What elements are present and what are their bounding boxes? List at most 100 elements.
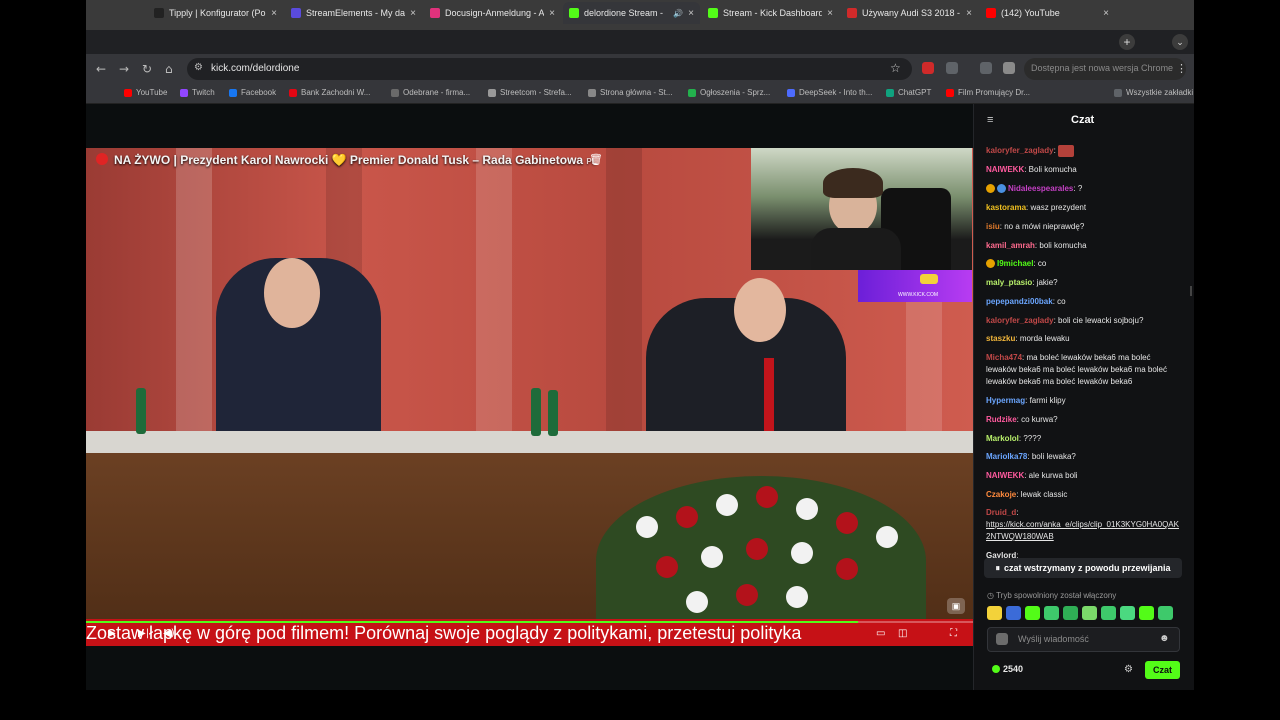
chat-link[interactable]: https://kick.com/anka_e/clips/clip_01K3K… [986, 520, 1179, 541]
chat-username[interactable]: Micha474 [986, 353, 1022, 362]
chat-username[interactable]: Czakoje [986, 490, 1016, 499]
bookmark-label: Bank Zachodni W... [301, 88, 371, 97]
chat-scrollbar[interactable] [1190, 286, 1192, 296]
tab-close-icon[interactable]: × [410, 8, 416, 19]
emote-icon[interactable] [1120, 606, 1135, 620]
chat-username[interactable]: NAIWEKK [986, 471, 1024, 480]
chat-username[interactable]: Markolol [986, 434, 1019, 443]
bookmark-item[interactable]: Film Promujący Dr... [946, 88, 1030, 97]
extension-icon[interactable] [1003, 62, 1015, 74]
browser-tab[interactable]: Tipply | Konfigurator (Po × [148, 2, 283, 24]
bookmark-item[interactable]: Ogłoszenia - Sprz... [688, 88, 770, 97]
flag-fold [606, 148, 642, 478]
chat-username[interactable]: pepepandzi00bak [986, 297, 1053, 306]
emoji-picker-icon[interactable]: ☻ [1159, 633, 1170, 644]
chat-username[interactable]: kastorama [986, 203, 1026, 212]
chat-separator: : [1016, 508, 1019, 517]
emote-icon[interactable] [1063, 606, 1078, 620]
send-chat-button[interactable]: Czat [1145, 661, 1180, 679]
extension-icon[interactable] [946, 62, 958, 74]
browser-tab[interactable]: Używany Audi S3 2018 - × [841, 2, 978, 24]
next-icon[interactable]: ▶| [138, 628, 149, 639]
cast-icon[interactable]: ▭ [876, 628, 885, 639]
tab-audio-icon[interactable]: 🔊 [673, 9, 683, 18]
emote-icon[interactable] [1006, 606, 1021, 620]
chat-username[interactable]: Gaylord [986, 551, 1016, 558]
chat-username[interactable]: staszku [986, 334, 1015, 343]
video-quality-icon[interactable]: ▣ [947, 598, 965, 614]
browser-tab[interactable]: Docusign-Anmeldung - A × [424, 2, 561, 24]
collapse-chat-icon[interactable]: ≡ [987, 114, 993, 126]
emote-icon[interactable] [1044, 606, 1059, 620]
extension-icon[interactable] [980, 62, 992, 74]
site-info-icon[interactable]: ⚙ [194, 62, 203, 73]
chat-message-input[interactable] [1018, 634, 1158, 644]
update-notice[interactable]: Dostępna jest nowa wersja Chrome [1031, 63, 1173, 73]
tab-close-icon[interactable]: × [827, 8, 833, 19]
bookmark-item[interactable]: Facebook [229, 88, 276, 97]
tab-search-button[interactable]: ⌄ [1172, 34, 1188, 50]
emote-icon[interactable] [1158, 606, 1173, 620]
bookmark-item[interactable]: YouTube [124, 88, 167, 97]
chat-username[interactable]: Mariolka78 [986, 452, 1027, 461]
bookmark-item[interactable]: DeepSeek - Into th... [787, 88, 872, 97]
bookmark-star-icon[interactable]: ☆ [890, 61, 901, 75]
bookmark-item[interactable]: Bank Zachodni W... [289, 88, 370, 97]
browser-tab[interactable]: delordione Stream - 🔊 × [563, 2, 700, 24]
chat-username[interactable]: Nidaleespearales [1008, 184, 1073, 193]
tab-close-icon[interactable]: × [549, 8, 555, 19]
back-icon[interactable]: ← [96, 62, 106, 76]
chat-username[interactable]: I9michael [997, 259, 1033, 268]
all-bookmarks[interactable]: Wszystkie zakładki [1114, 88, 1193, 97]
chat-username[interactable]: Hypermag [986, 396, 1025, 405]
tab-close-icon[interactable]: × [271, 8, 277, 19]
emote-icon[interactable] [987, 606, 1002, 620]
channel-points[interactable]: 2540 [992, 664, 1023, 674]
chat-username[interactable]: isiu [986, 222, 1000, 231]
chat-message: Druid_d: https://kick.com/anka_e/clips/c… [986, 507, 1182, 543]
bookmark-item[interactable]: Streetcom - Strefa... [488, 88, 572, 97]
emote-icon[interactable] [1025, 606, 1040, 620]
url-text[interactable]: kick.com/delordione [211, 63, 299, 74]
browser-tab[interactable]: (142) YouTube × [980, 2, 1115, 24]
emote-icon[interactable] [1082, 606, 1097, 620]
reload-icon[interactable]: ↻ [142, 62, 152, 76]
emote-icon[interactable] [1139, 606, 1154, 620]
forward-icon[interactable]: → [119, 62, 129, 76]
bookmark-item[interactable]: Twitch [180, 88, 215, 97]
emote-quickbar [987, 606, 1183, 620]
browser-tab[interactable]: StreamElements - My da × [285, 2, 422, 24]
chat-username[interactable]: Rudzike [986, 415, 1017, 424]
emote-icon[interactable] [1101, 606, 1116, 620]
chat-paused-button[interactable]: ⏸ czat wstrzymany z powodu przewijania [984, 558, 1182, 578]
chat-username[interactable]: NAIWEKK [986, 165, 1024, 174]
chat-message: NAIWEKK: ale kurwa boli [986, 470, 1182, 482]
video-progress-bar[interactable] [86, 621, 973, 623]
chat-username[interactable]: kaloryfer_zaglady [986, 316, 1054, 325]
bookmark-item[interactable]: Strona główna - St... [588, 88, 672, 97]
tab-close-icon[interactable]: × [1103, 8, 1109, 19]
chat-separator: : [1016, 551, 1019, 558]
chat-username[interactable]: Druid_d [986, 508, 1016, 517]
chat-username[interactable]: kamil_amrah [986, 241, 1035, 250]
chrome-menu-icon[interactable]: ⋮ [1176, 62, 1187, 75]
fullscreen-icon[interactable]: ⛶ [950, 628, 957, 639]
bookmark-item[interactable]: Odebrane - firma... [391, 88, 470, 97]
flower [736, 584, 758, 606]
tab-close-icon[interactable]: × [688, 8, 694, 19]
volume-icon[interactable]: ◀) [163, 628, 175, 639]
bookmark-item[interactable]: ChatGPT [886, 88, 931, 97]
chat-settings-icon[interactable]: ⚙ [1124, 664, 1133, 675]
chat-input-box[interactable] [987, 627, 1180, 652]
browser-tab[interactable]: Stream - Kick Dashboard × [702, 2, 839, 24]
chat-text: ? [1077, 184, 1083, 193]
bookmark-label: Film Promujący Dr... [958, 88, 1031, 97]
tab-close-icon[interactable]: × [966, 8, 972, 19]
new-tab-button[interactable]: + [1119, 34, 1135, 50]
home-icon[interactable]: ⌂ [165, 62, 173, 76]
chat-username[interactable]: kaloryfer_zaglady [986, 146, 1054, 155]
chat-username[interactable]: maly_ptasio [986, 278, 1032, 287]
pip-icon[interactable]: ◫ [898, 628, 907, 639]
play-icon[interactable]: ▶ [108, 628, 116, 639]
extension-icon[interactable] [922, 62, 934, 74]
